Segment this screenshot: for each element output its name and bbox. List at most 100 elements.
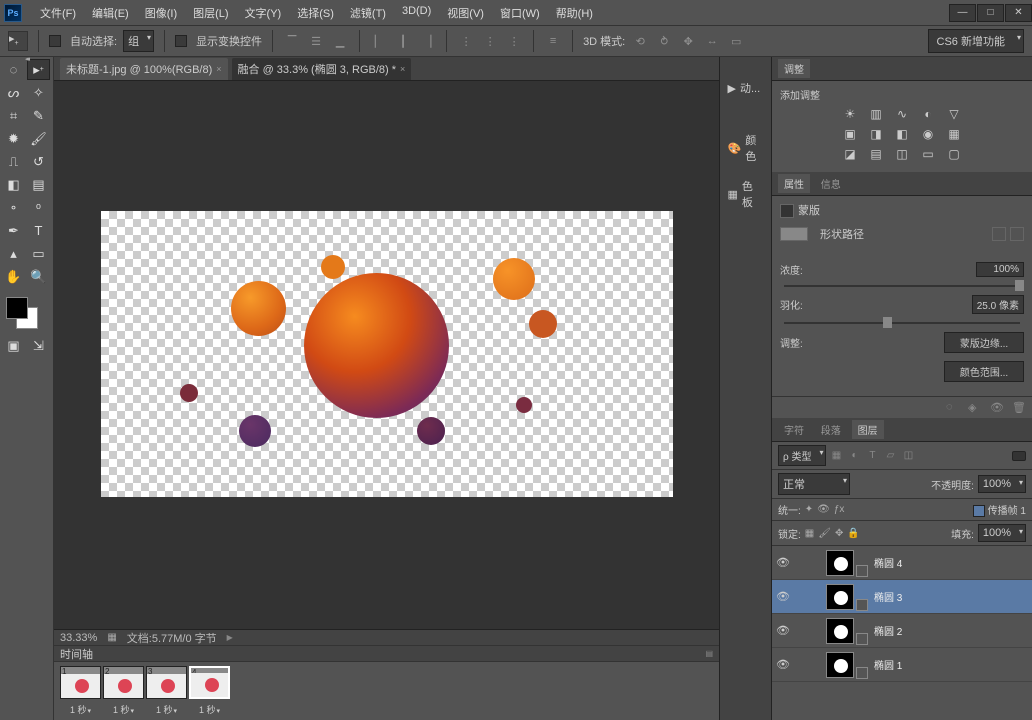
roll-icon[interactable]: ⥁ xyxy=(655,32,673,50)
threshold-icon[interactable]: ◫ xyxy=(893,146,911,162)
menu-item[interactable]: 图层(L) xyxy=(185,1,236,25)
align-bottom-icon[interactable]: ▁ xyxy=(331,32,349,50)
workspace-switcher[interactable]: CS6 新增功能 xyxy=(928,29,1024,53)
curves-icon[interactable]: ∿ xyxy=(893,106,911,122)
tab-close-icon[interactable]: × xyxy=(216,64,221,74)
align-right-icon[interactable]: ▕ xyxy=(418,32,436,50)
camera-icon[interactable]: ▭ xyxy=(727,32,745,50)
channel-mixer-icon[interactable]: ▦ xyxy=(945,126,963,142)
menu-item[interactable]: 窗口(W) xyxy=(492,1,548,25)
adjustments-tab[interactable]: 调整 xyxy=(778,59,810,78)
dock-swatches[interactable]: ▦色板 xyxy=(724,175,768,213)
frame-delay[interactable]: 1 秒 xyxy=(189,703,230,716)
menu-item[interactable]: 视图(V) xyxy=(439,1,492,25)
character-tab[interactable]: 字符 xyxy=(778,420,810,439)
shape-tool[interactable]: ▭ xyxy=(27,243,50,264)
distribute-icon[interactable]: ⋮ xyxy=(505,32,523,50)
slide-icon[interactable]: ↔ xyxy=(703,32,721,50)
opacity-value[interactable]: 100% xyxy=(978,475,1026,493)
properties-tab[interactable]: 属性 xyxy=(778,174,810,193)
filter-adjust-icon[interactable]: ◐ xyxy=(846,449,862,463)
visibility-toggle[interactable]: 👁 xyxy=(776,658,790,671)
eraser-tool[interactable]: ◧ xyxy=(2,174,25,195)
footer-icon[interactable]: ◌ xyxy=(946,401,960,415)
tool-preset-picker[interactable]: ▸+ xyxy=(8,31,28,51)
visibility-toggle[interactable]: 👁 xyxy=(776,590,790,603)
layer-row[interactable]: 👁 椭圆 3 xyxy=(772,580,1032,614)
menu-item[interactable]: 滤镜(T) xyxy=(342,1,394,25)
timeline-frame[interactable]: 4 xyxy=(189,666,230,699)
filter-type-dropdown[interactable]: ρ 类型 xyxy=(778,445,826,466)
visibility-toggle[interactable]: 👁 xyxy=(776,556,790,569)
trash-icon[interactable]: 🗑 xyxy=(1012,401,1026,415)
mask-toggle-icons[interactable] xyxy=(992,227,1024,241)
document-tab[interactable]: 未标题-1.jpg @ 100%(RGB/8)× xyxy=(60,58,228,80)
blend-mode-dropdown[interactable]: 正常 xyxy=(778,473,850,495)
visibility-toggle[interactable]: 👁 xyxy=(776,624,790,637)
auto-select-mode-dropdown[interactable]: 组 xyxy=(123,30,154,52)
posterize-icon[interactable]: ▤ xyxy=(867,146,885,162)
close-button[interactable]: ✕ xyxy=(1005,4,1032,22)
marquee-tool[interactable]: ◌ xyxy=(2,59,25,80)
dodge-tool[interactable]: ᵒ xyxy=(27,197,50,218)
color-range-button[interactable]: 颜色范围... xyxy=(944,361,1024,382)
layer-row[interactable]: 👁 椭圆 2 xyxy=(772,614,1032,648)
frame-delay[interactable]: 1 秒 xyxy=(60,703,101,716)
blur-tool[interactable]: ॰ xyxy=(2,197,25,218)
hue-icon[interactable]: ▣ xyxy=(841,126,859,142)
distribute-icon[interactable]: ⋮ xyxy=(457,32,475,50)
menu-item[interactable]: 选择(S) xyxy=(289,1,342,25)
propagate-checkbox[interactable] xyxy=(973,505,985,517)
selective-color-icon[interactable]: ▢ xyxy=(945,146,963,162)
exposure-icon[interactable]: ◐ xyxy=(919,106,937,122)
gradient-tool[interactable]: ▤ xyxy=(27,174,50,195)
frame-delay[interactable]: 1 秒 xyxy=(146,703,187,716)
feather-slider[interactable] xyxy=(784,322,1020,324)
layers-tab[interactable]: 图层 xyxy=(852,420,884,439)
zoom-tool[interactable]: 🔍 xyxy=(27,266,50,287)
paragraph-tab[interactable]: 段落 xyxy=(815,420,847,439)
unify-pos-icon[interactable]: ✦ xyxy=(805,504,813,515)
show-transform-checkbox[interactable] xyxy=(175,35,187,47)
align-left-icon[interactable]: ▏ xyxy=(370,32,388,50)
path-select-tool[interactable]: ▴ xyxy=(2,243,25,264)
align-top-icon[interactable]: ▔ xyxy=(283,32,301,50)
lock-pixels-icon[interactable]: 🖌 xyxy=(818,528,831,539)
timeline-flyout-icon[interactable]: ▤ xyxy=(705,649,713,658)
feather-value[interactable]: 25.0 像素 xyxy=(972,295,1024,314)
screenmode-toggle[interactable]: ⇲ xyxy=(27,335,50,356)
minimize-button[interactable]: — xyxy=(949,4,976,22)
lock-all-icon[interactable]: 🔒 xyxy=(847,528,859,539)
dock-color[interactable]: 🎨颜色 xyxy=(724,129,768,167)
layer-row[interactable]: 👁 椭圆 4 xyxy=(772,546,1032,580)
mask-edge-button[interactable]: 蒙版边缘... xyxy=(944,332,1024,353)
layer-row[interactable]: 👁 椭圆 1 xyxy=(772,648,1032,682)
frame-delay[interactable]: 1 秒 xyxy=(103,703,144,716)
unify-style-icon[interactable]: ƒx xyxy=(834,504,845,515)
filter-shape-icon[interactable]: ▱ xyxy=(882,449,898,463)
bw-icon[interactable]: ◧ xyxy=(893,126,911,142)
menu-item[interactable]: 编辑(E) xyxy=(84,1,137,25)
align-vcenter-icon[interactable]: ☰ xyxy=(307,32,325,50)
zoom-level[interactable]: 33.33% xyxy=(60,632,97,644)
filter-pixel-icon[interactable]: ▦ xyxy=(828,449,844,463)
quickmask-toggle[interactable]: ▣ xyxy=(2,335,25,356)
dock-actions[interactable]: ▶动... xyxy=(724,77,768,99)
document-tab[interactable]: 融合 @ 33.3% (椭圆 3, RGB/8) *× xyxy=(232,58,412,80)
canvas[interactable] xyxy=(101,211,673,497)
layer-name[interactable]: 椭圆 1 xyxy=(874,657,902,672)
stamp-tool[interactable]: ⎍ xyxy=(2,151,25,172)
heal-tool[interactable]: ✹ xyxy=(2,128,25,149)
layer-name[interactable]: 椭圆 3 xyxy=(874,589,902,604)
history-brush-tool[interactable]: ↺ xyxy=(27,151,50,172)
footer-icon[interactable]: ◈ xyxy=(968,401,982,415)
layer-name[interactable]: 椭圆 4 xyxy=(874,555,902,570)
eyedropper-tool[interactable]: ✎ xyxy=(27,105,50,126)
hand-tool[interactable]: ✋ xyxy=(2,266,25,287)
lasso-tool[interactable]: ᔕ xyxy=(2,82,25,103)
canvas-viewport[interactable] xyxy=(54,81,719,629)
quick-select-tool[interactable]: ✧ xyxy=(27,82,50,103)
layer-name[interactable]: 椭圆 2 xyxy=(874,623,902,638)
auto-select-checkbox[interactable] xyxy=(49,35,61,47)
distribute-icon[interactable]: ⋮ xyxy=(481,32,499,50)
